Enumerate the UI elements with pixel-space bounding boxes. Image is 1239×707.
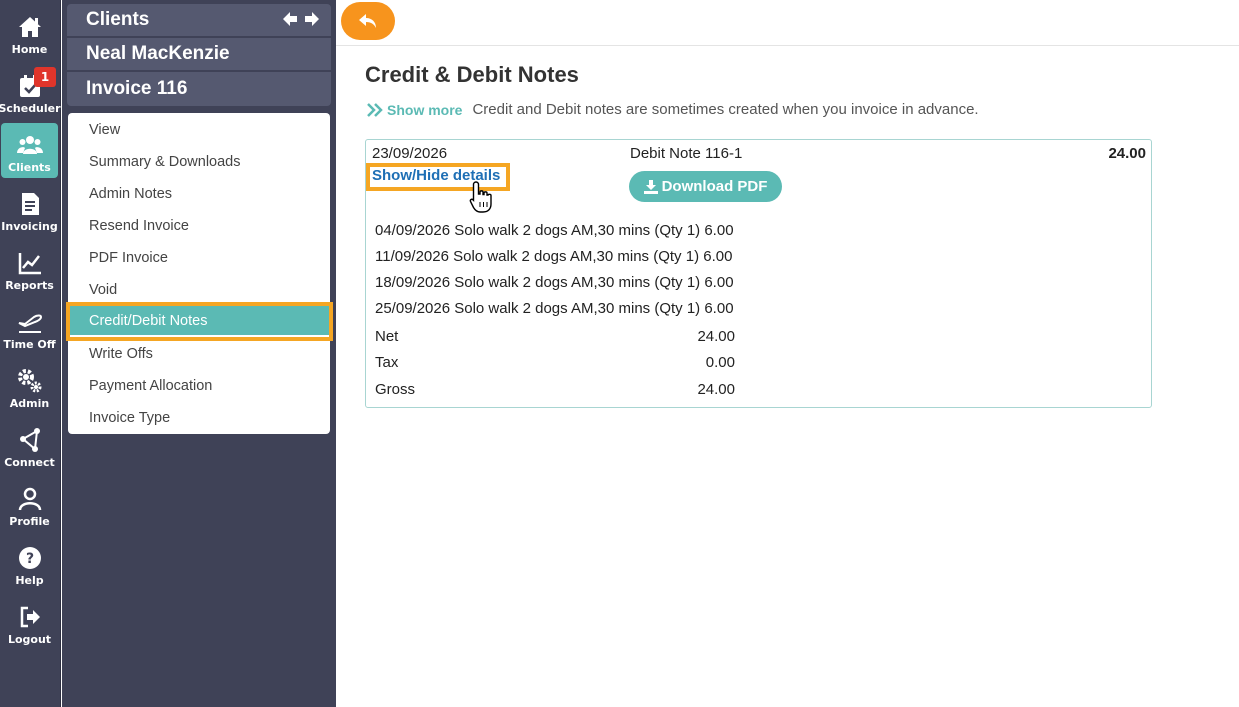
show-more-row: Show more Credit and Debit notes are som… [366,101,979,118]
double-chevron-right-icon[interactable] [366,102,384,118]
page-description: Credit and Debit notes are sometimes cre… [472,101,979,118]
gears-icon [17,369,41,393]
note-line-item: 04/09/2026 Solo walk 2 dogs AM,30 mins (… [375,222,734,239]
menu-item-admin-notes[interactable]: Admin Notes [68,178,330,210]
rail-item-connect[interactable]: Connect [1,418,58,473]
download-icon [643,179,658,194]
net-value: 24.00 [697,328,735,345]
breadcrumb-invoice[interactable]: Invoice 116 [67,72,331,106]
rail-item-reports[interactable]: Reports [1,241,58,296]
main-content: Credit & Debit Notes Show more Credit an… [336,0,1239,707]
invoice-menu: View Summary & Downloads Admin Notes Res… [68,113,330,434]
users-icon [16,136,43,154]
rail-item-clients[interactable]: Clients [1,123,58,178]
gross-label: Gross [375,381,416,398]
rail-label: Reports [5,279,54,292]
rail-label: Profile [9,515,50,528]
tax-label: Tax [375,354,399,371]
reply-arrow-icon [359,14,376,28]
note-amount: 24.00 [1108,145,1146,162]
rail-label: Scheduler [0,102,61,115]
rail-label: Connect [4,456,55,469]
rail-label: Invoicing [1,220,58,233]
rail-item-logout[interactable]: Logout [1,595,58,650]
question-icon: ? [18,547,41,569]
panel-arrows [281,10,321,28]
breadcrumb-client[interactable]: Neal MacKenzie [67,38,331,70]
user-icon [18,487,41,511]
rail-item-time-off[interactable]: Time Off [1,300,58,355]
menu-item-payment-allocation[interactable]: Payment Allocation [68,370,330,402]
rail-item-home[interactable]: Home [1,5,58,60]
download-pdf-label: Download PDF [661,178,768,195]
note-line-item: 18/09/2026 Solo walk 2 dogs AM,30 mins (… [375,274,734,291]
rail-item-profile[interactable]: Profile [1,477,58,532]
menu-item-view[interactable]: View [68,114,330,146]
menu-item-write-offs[interactable]: Write Offs [68,338,330,370]
breadcrumb-invoice-label: Invoice 116 [86,78,188,99]
breadcrumb-section[interactable]: Clients [67,4,331,36]
chart-line-icon [18,253,41,275]
note-line-item: 11/09/2026 Solo walk 2 dogs AM,30 mins (… [375,248,733,265]
gross-value: 24.00 [697,381,735,398]
note-line-item: 25/09/2026 Solo walk 2 dogs AM,30 mins (… [375,300,734,317]
net-label: Net [375,328,399,345]
rail-label: Help [15,574,44,587]
arrow-right-icon[interactable] [303,10,321,28]
rail-label: Logout [7,633,52,646]
download-pdf-button[interactable]: Download PDF [629,171,782,202]
arrow-left-icon[interactable] [281,10,299,28]
menu-item-pdf-invoice[interactable]: PDF Invoice [68,242,330,274]
rail-label: Admin [9,397,50,410]
show-more-link[interactable]: Show more [387,102,462,118]
note-date: 23/09/2026 [372,145,448,162]
rail-label: Clients [8,161,51,174]
invoice-icon [21,193,39,215]
hand-cursor-icon [469,181,492,213]
rail-label: Home [11,43,48,56]
svg-text:?: ? [25,551,33,567]
rail-item-help[interactable]: ? Help [1,536,58,591]
breadcrumb-section-label: Clients [86,9,150,30]
home-icon [18,17,41,37]
menu-item-resend-invoice[interactable]: Resend Invoice [68,210,330,242]
rail-item-scheduler[interactable]: Scheduler 1 [0,64,61,119]
notification-badge: 1 [34,67,56,87]
menu-item-invoice-type[interactable]: Invoice Type [68,402,330,434]
rail-label: Time Off [3,338,56,351]
logout-icon [20,606,40,628]
back-button[interactable] [341,2,395,40]
plane-icon [18,314,42,333]
page-title: Credit & Debit Notes [365,62,579,87]
rail-item-admin[interactable]: Admin [1,359,58,414]
top-bar [336,0,1239,46]
icon-rail: Home Scheduler 1 Clients Invoicing Repor… [0,0,61,707]
menu-item-summary-downloads[interactable]: Summary & Downloads [68,146,330,178]
share-nodes-icon [19,428,40,452]
breadcrumb-client-label: Neal MacKenzie [86,43,230,64]
tax-value: 0.00 [705,354,735,371]
rail-item-invoicing[interactable]: Invoicing [1,182,58,237]
note-name: Debit Note 116-1 [630,145,743,162]
menu-item-void[interactable]: Void [68,274,330,306]
menu-item-credit-debit-notes[interactable]: Credit/Debit Notes [68,306,330,335]
